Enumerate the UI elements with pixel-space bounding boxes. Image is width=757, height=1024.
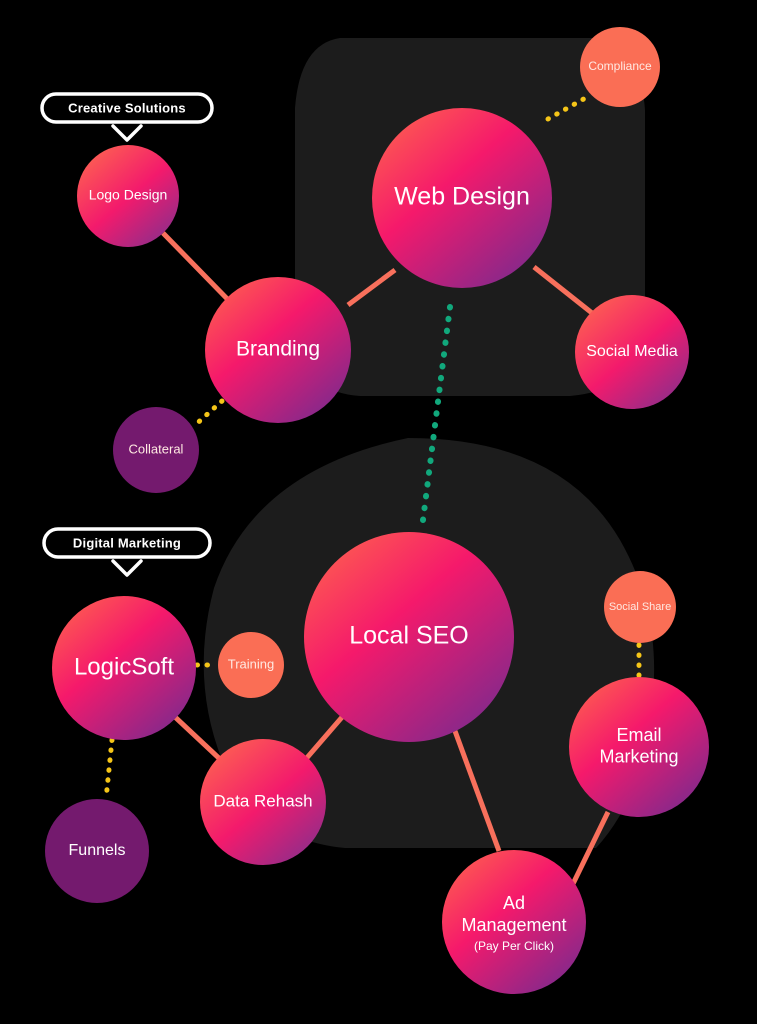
diagram-canvas: Web Design Compliance Social Media Branding… [0, 0, 757, 1024]
section-pill-text-digital-marketing: Digital Marketing [73, 535, 181, 550]
section-label-creative-solutions[interactable]: Creative Solutions [40, 92, 214, 142]
section-label-layer: Creative Solutions Digital Marketing [40, 92, 214, 577]
chevron-down-icon-digital-marketing [111, 559, 143, 577]
chevron-down-icon-creative-solutions [111, 124, 143, 142]
section-pill-text-creative-solutions: Creative Solutions [68, 100, 186, 115]
section-label-digital-marketing[interactable]: Digital Marketing [42, 527, 212, 577]
